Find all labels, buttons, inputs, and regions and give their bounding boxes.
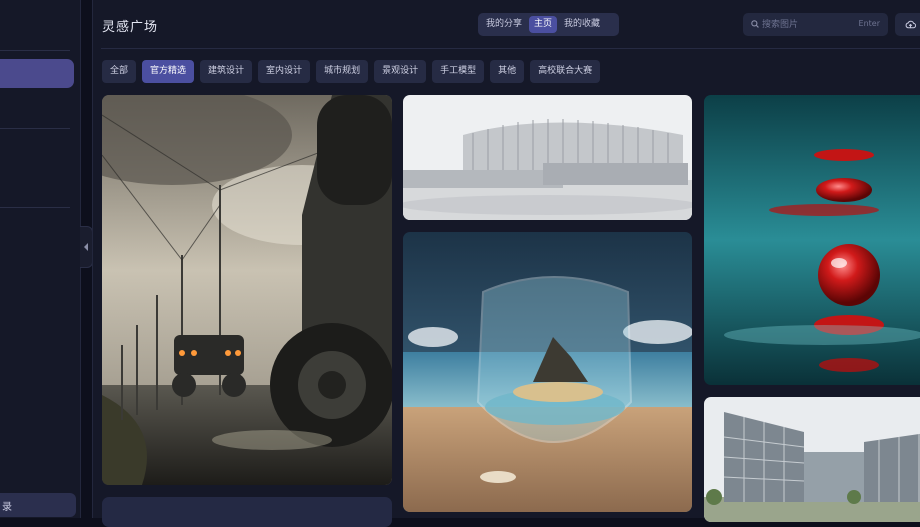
gallery-card[interactable] xyxy=(102,497,392,527)
gallery-image xyxy=(102,95,392,485)
sidebar-item-active[interactable] xyxy=(0,59,74,88)
sidebar-divider xyxy=(0,207,70,208)
gallery-image xyxy=(704,95,920,385)
category-filter: 全部 官方精选 建筑设计 室内设计 城市规划 景观设计 手工模型 其他 高校联合… xyxy=(102,60,601,83)
chip-landscape[interactable]: 景观设计 xyxy=(374,60,427,83)
tab-my-shares[interactable]: 我的分享 xyxy=(481,16,527,33)
gallery-image xyxy=(704,397,920,522)
sidebar: 录 xyxy=(0,0,81,518)
chip-urban-planning[interactable]: 城市规划 xyxy=(316,60,369,83)
view-tabs: 我的分享 主页 我的收藏 xyxy=(478,13,619,36)
sidebar-divider xyxy=(0,50,70,51)
chip-handmade-model[interactable]: 手工模型 xyxy=(432,60,485,83)
gallery-card[interactable] xyxy=(704,397,920,522)
gallery-card[interactable] xyxy=(403,95,692,220)
search-input[interactable] xyxy=(762,16,852,33)
upload-button[interactable] xyxy=(895,13,920,36)
search-icon xyxy=(751,20,759,28)
gallery-card[interactable] xyxy=(403,232,692,512)
gallery-image xyxy=(403,232,692,512)
chip-official-picks[interactable]: 官方精选 xyxy=(142,60,195,83)
gallery-card[interactable] xyxy=(704,95,920,385)
chip-university-contest[interactable]: 高校联合大赛 xyxy=(530,60,601,83)
search-box: Enter xyxy=(743,13,888,36)
chip-all[interactable]: 全部 xyxy=(102,60,137,83)
header-divider xyxy=(101,48,920,49)
chip-architecture[interactable]: 建筑设计 xyxy=(200,60,253,83)
gallery-card[interactable] xyxy=(102,95,392,485)
main-panel: 灵感广场 我的分享 主页 我的收藏 Enter 全部 官方精选 建筑设计 室内设… xyxy=(92,0,920,527)
tab-my-favorites[interactable]: 我的收藏 xyxy=(559,16,605,33)
tab-home[interactable]: 主页 xyxy=(529,16,558,33)
chip-other[interactable]: 其他 xyxy=(490,60,525,83)
sidebar-divider xyxy=(0,128,70,129)
gallery-image xyxy=(403,95,692,220)
chip-interior[interactable]: 室内设计 xyxy=(258,60,311,83)
cloud-upload-icon xyxy=(905,20,916,29)
enter-hint: Enter xyxy=(858,19,880,28)
chevron-left-icon xyxy=(84,243,88,251)
login-button[interactable]: 录 xyxy=(0,493,76,517)
login-label: 录 xyxy=(2,502,12,513)
page-title: 灵感广场 xyxy=(102,20,159,35)
